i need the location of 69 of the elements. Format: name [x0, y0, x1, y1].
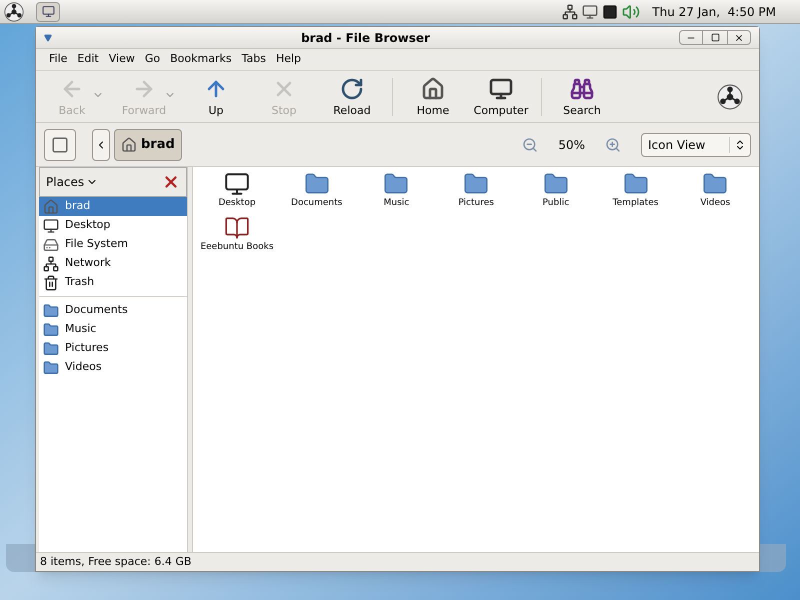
maximize-icon — [710, 33, 720, 42]
speaker-icon[interactable] — [622, 2, 640, 20]
logo-icon[interactable] — [4, 2, 24, 22]
folder-icon — [43, 340, 59, 356]
status-text: 8 items, Free space: 6.4 GB — [40, 554, 192, 570]
menu-item[interactable]: File — [44, 51, 72, 68]
places-item[interactable]: Desktop — [39, 216, 187, 235]
path-back-button[interactable] — [92, 128, 110, 160]
toolbar-button[interactable]: Home — [401, 73, 465, 120]
house-icon — [43, 198, 59, 214]
monitor-icon — [43, 218, 59, 234]
directory-entry[interactable]: Videos — [675, 171, 756, 210]
places-item[interactable]: Pictures — [39, 339, 187, 358]
menu-item[interactable]: Go — [140, 51, 166, 68]
toolbar-button[interactable]: Up — [184, 73, 248, 120]
network-icon[interactable] — [562, 4, 578, 20]
house-icon — [421, 77, 445, 102]
menu-item[interactable]: Edit — [72, 51, 104, 68]
sidebar-toggle-button[interactable] — [44, 128, 76, 160]
path-button[interactable]: brad — [114, 128, 182, 160]
directory-entry[interactable]: Music — [356, 171, 436, 210]
directory-entry[interactable]: Templates — [596, 171, 676, 210]
menu-item[interactable]: Help — [270, 51, 306, 68]
clock[interactable]: Thu 27 Jan, 4:50 PM — [652, 2, 776, 20]
directory-entry[interactable]: Eeebuntu Books — [197, 214, 277, 254]
drive-icon — [43, 236, 59, 252]
maximize-button[interactable] — [703, 30, 727, 45]
zoom-out-icon[interactable] — [522, 136, 538, 152]
zoom-level: 50% — [558, 136, 585, 154]
monitor-icon[interactable] — [582, 4, 598, 20]
display-icon[interactable] — [602, 4, 618, 20]
trash-icon — [43, 274, 59, 290]
binoculars-icon — [570, 77, 594, 102]
circular-arrow-icon — [340, 77, 364, 102]
places-item[interactable]: Music — [39, 320, 187, 339]
house-icon — [121, 136, 137, 152]
places-item[interactable]: File System — [39, 235, 187, 254]
directory-entry[interactable]: Documents — [276, 171, 357, 210]
toolbar-button[interactable]: Reload — [320, 73, 384, 120]
directory-entry[interactable]: Public — [516, 171, 596, 210]
menu-item[interactable]: View — [104, 51, 140, 68]
window-title: brad - File Browser — [300, 30, 431, 46]
monitor-icon — [489, 77, 513, 102]
view-dropdown[interactable]: Icon View — [641, 132, 751, 156]
zoom-in-icon[interactable] — [605, 136, 621, 152]
directory-entry[interactable]: Pictures — [436, 171, 516, 210]
places-item[interactable]: Trash — [39, 273, 187, 292]
menu-item[interactable]: Bookmarks — [165, 51, 237, 68]
monitor-icon — [224, 171, 250, 197]
toolbar-button[interactable]: Computer — [469, 73, 533, 120]
places-item[interactable]: Network — [39, 254, 187, 273]
places-item[interactable]: Documents — [39, 301, 187, 320]
menu-item[interactable]: Tabs — [236, 51, 271, 68]
throbber-logo-icon[interactable] — [717, 84, 743, 110]
places-item[interactable]: brad — [39, 197, 187, 216]
close-icon — [734, 32, 744, 42]
close-button[interactable] — [727, 30, 751, 45]
folder-icon — [43, 302, 59, 318]
network-icon — [43, 256, 59, 272]
window-menu-icon[interactable] — [44, 34, 52, 42]
toolbar-button[interactable]: Search — [550, 73, 614, 120]
up-down-caret-icon — [734, 138, 746, 150]
book-icon — [224, 214, 250, 240]
places-item[interactable]: Videos — [39, 358, 187, 377]
window-switcher-button[interactable] — [36, 2, 60, 22]
folder-icon — [43, 322, 59, 338]
directory-entry[interactable]: Desktop — [197, 171, 277, 210]
folder-icon — [43, 360, 59, 376]
window-icon — [42, 5, 54, 18]
